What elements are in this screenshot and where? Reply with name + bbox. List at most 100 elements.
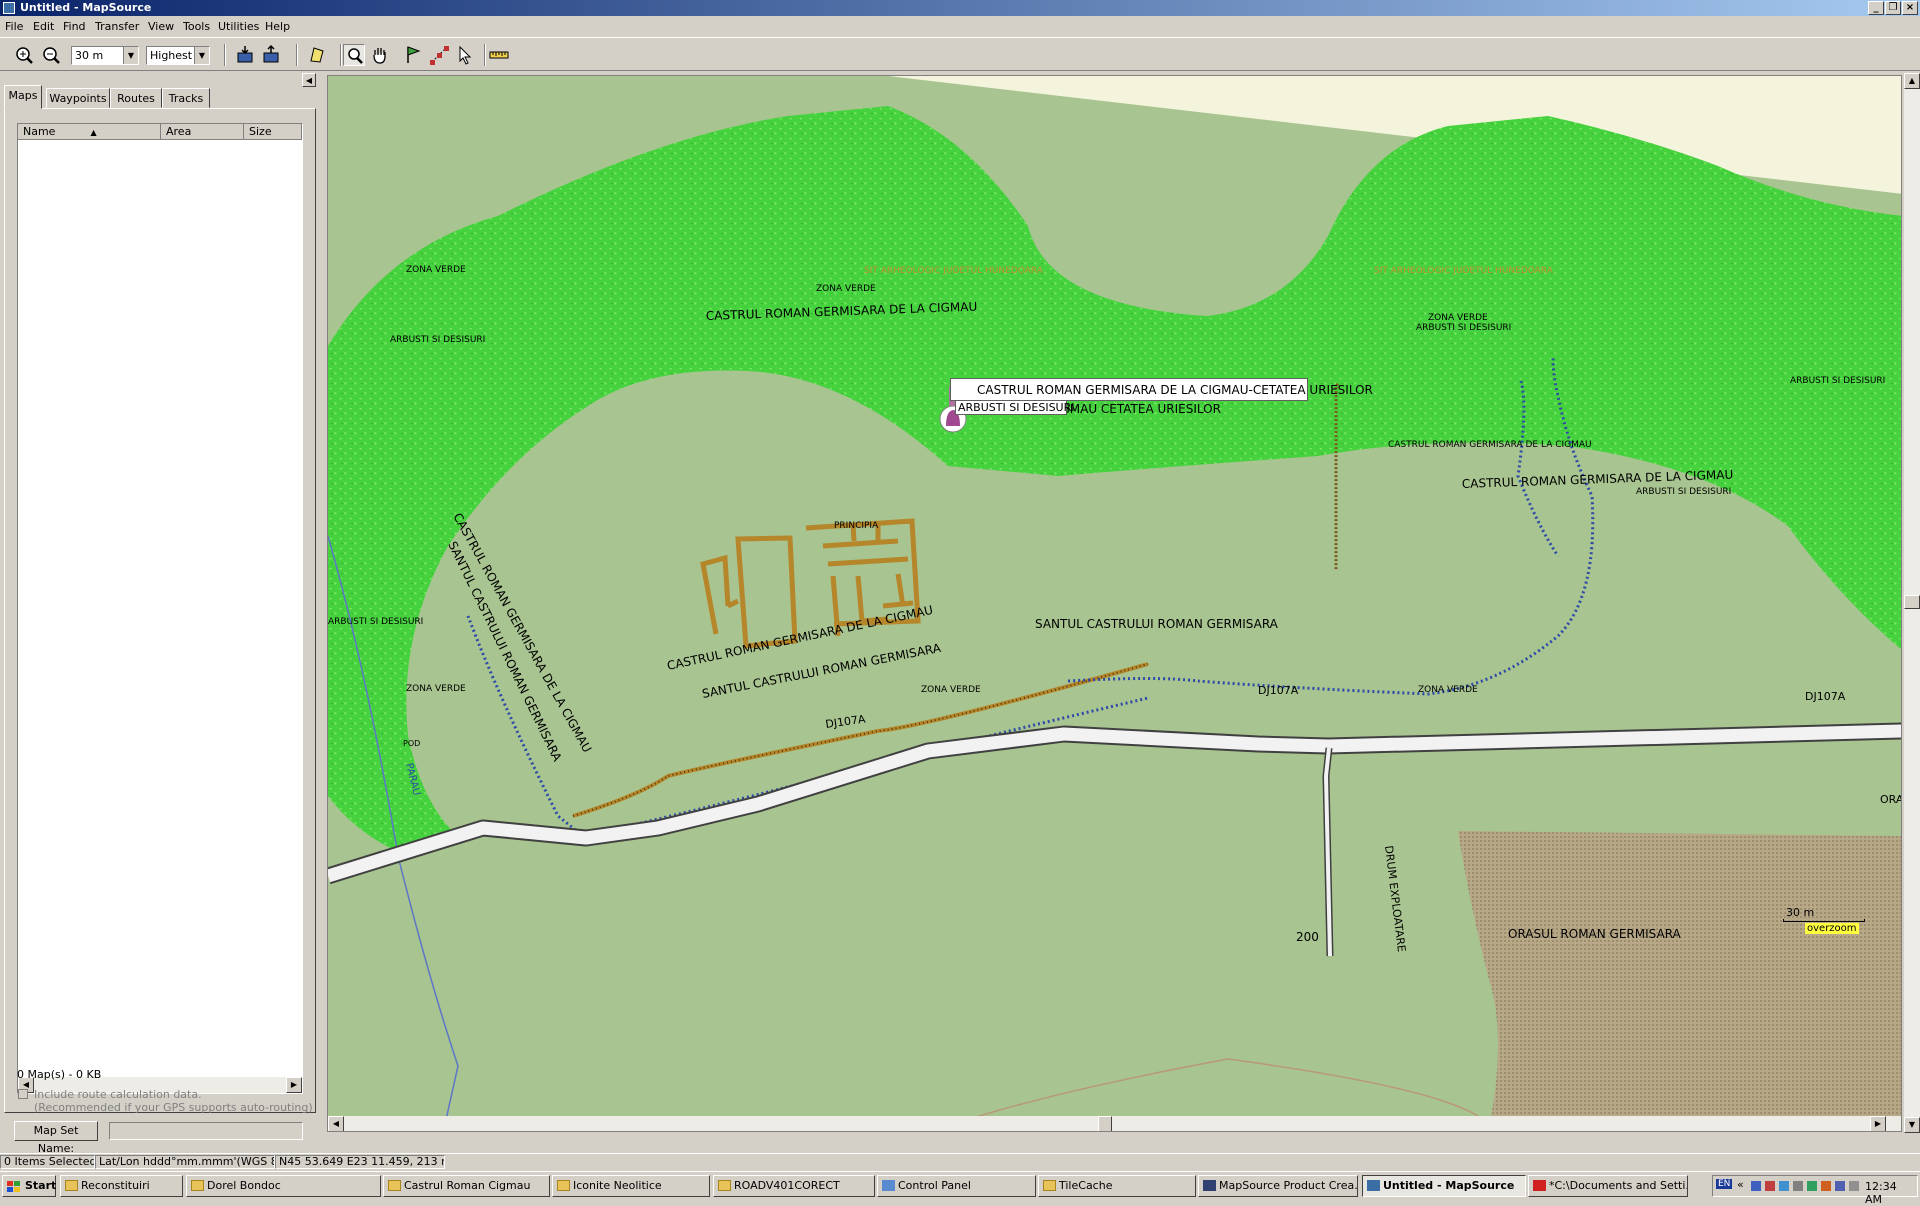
label-castrul: CASTRUL ROMAN GERMISARA DE LA CIGMAU [1388, 440, 1592, 450]
taskbar-item-untitled-mapsource[interactable]: Untitled - MapSource [1362, 1175, 1526, 1197]
label-zona-verde: ZONA VERDE [406, 265, 466, 275]
folder-icon [1043, 1180, 1056, 1191]
column-header-name[interactable]: Name ▲ [18, 124, 161, 140]
minimize-button[interactable]: _ [1868, 1, 1884, 15]
label-road-dj107a: DJ107A [1805, 690, 1846, 703]
waypoint-tool-icon[interactable] [402, 44, 424, 66]
include-route-note: (Recommended if your GPS supports auto-r… [34, 1101, 313, 1114]
tab-maps[interactable]: Maps [4, 85, 42, 109]
scroll-thumb[interactable] [1904, 595, 1920, 609]
status-bar: 0 Items Selected Lat/Lon hddd°mm.mmm'(WG… [0, 1153, 1920, 1170]
start-button[interactable]: Start [2, 1175, 56, 1197]
task-label: Castrul Roman Cigmau [404, 1179, 531, 1192]
taskbar-item-control-panel[interactable]: Control Panel [877, 1175, 1036, 1197]
scroll-right-icon[interactable]: ▶ [286, 1077, 302, 1093]
speaker-icon[interactable] [1849, 1181, 1859, 1191]
receive-from-device-icon[interactable] [234, 44, 256, 66]
selection-tool-icon[interactable] [454, 44, 476, 66]
task-label: Reconstituiri [81, 1179, 150, 1192]
status-format: Lat/Lon hddd°mm.mmm'(WGS 84) [95, 1155, 275, 1169]
scale-label: 30 m [1786, 906, 1815, 919]
task-label: TileCache [1059, 1179, 1113, 1192]
map-tooltip: CASTRUL ROMAN GERMISARA DE LA CIGMAU-CET… [950, 378, 1373, 401]
menu-view[interactable]: View [148, 20, 174, 33]
scroll-thumb[interactable] [1098, 1116, 1112, 1131]
sort-ascending-icon: ▲ [90, 128, 97, 137]
map-set-name-button[interactable]: Map Set Name: [14, 1121, 98, 1155]
tray-expand-icon[interactable]: « [1737, 1178, 1744, 1191]
clock[interactable]: 12:34 AM [1865, 1180, 1917, 1206]
measure-tool-icon[interactable] [488, 44, 510, 66]
map-view[interactable]: ZONA VERDE ZONA VERDE ZONA VERDE ZONA VE… [327, 75, 1902, 1132]
taskbar-item-reconstituiri[interactable]: Reconstituiri [60, 1175, 183, 1197]
scroll-left-icon[interactable]: ◀ [328, 1116, 344, 1131]
map-set-name-input[interactable] [109, 1122, 303, 1140]
menu-file[interactable]: File [5, 20, 23, 33]
folder-icon [65, 1180, 78, 1191]
maps-list[interactable]: Name ▲ Area Size ◀ ▶ [17, 123, 303, 1094]
taskbar-item-tilecache[interactable]: TileCache [1038, 1175, 1196, 1197]
folder-icon [557, 1180, 570, 1191]
tab-waypoints[interactable]: Waypoints [46, 88, 110, 108]
label-road-dj107a: DJ107A [1258, 684, 1299, 697]
folder-icon [191, 1180, 204, 1191]
label-sit-arheologic: SIT ARHEOLOGIC JUDETUL HUNEDOARA [864, 266, 1044, 276]
zoom-tool-icon[interactable] [343, 44, 365, 66]
scroll-up-icon[interactable]: ▲ [1904, 73, 1920, 89]
window-title: Untitled - MapSource [20, 1, 152, 14]
tooltip-title: CASTRUL ROMAN GERMISARA DE LA CIGMAU-CET… [977, 383, 1373, 397]
taskbar-item-castrul-roman[interactable]: Castrul Roman Cigmau [383, 1175, 550, 1197]
taskbar-item-roadv401[interactable]: ROADV401CORECT [713, 1175, 875, 1197]
tab-tracks[interactable]: Tracks [162, 88, 210, 108]
chevron-down-icon: ▼ [194, 47, 209, 64]
tray-icon[interactable] [1779, 1181, 1789, 1191]
menu-tools[interactable]: Tools [183, 20, 210, 33]
scroll-right-icon[interactable]: ▶ [1870, 1116, 1886, 1131]
overzoom-badge: overzoom [1805, 923, 1859, 934]
menu-transfer[interactable]: Transfer [95, 20, 139, 33]
folder-icon [388, 1180, 401, 1191]
column-header-area[interactable]: Area [161, 124, 244, 140]
taskbar-item-documents[interactable]: *C:\Documents and Setti... [1528, 1175, 1688, 1197]
zoom-level-select[interactable]: 30 m ▼ [71, 46, 139, 65]
map-tooltip-sub: ARBUSTI SI DESISURI [955, 400, 1075, 415]
close-button[interactable]: × [1902, 1, 1918, 15]
label-pod: POD [403, 739, 420, 748]
hand-tool-icon[interactable] [369, 44, 391, 66]
label-ora: ORA [1880, 793, 1902, 806]
menu-bar: File Edit Find Transfer View Tools Utili… [0, 17, 1920, 36]
taskbar-item-dorel-bondoc[interactable]: Dorel Bondoc [186, 1175, 381, 1197]
detail-level-select[interactable]: Highest ▼ [146, 46, 210, 65]
menu-help[interactable]: Help [265, 20, 290, 33]
taskbar-item-mapsource-product[interactable]: MapSource Product Crea... [1198, 1175, 1358, 1197]
zoom-out-icon[interactable] [40, 44, 62, 66]
route-tool-icon[interactable] [428, 44, 450, 66]
tray-icon[interactable] [1807, 1181, 1817, 1191]
label-zona-verde: ZONA VERDE [1418, 685, 1478, 695]
menu-find[interactable]: Find [63, 20, 86, 33]
tray-icon[interactable] [1821, 1181, 1831, 1191]
menu-edit[interactable]: Edit [33, 20, 54, 33]
tray-icon[interactable] [1793, 1181, 1803, 1191]
collapse-panel-button[interactable]: ◀ [302, 73, 316, 87]
tray-icon[interactable] [1765, 1181, 1775, 1191]
tooltip-subtitle: ARBUSTI SI DESISURI [958, 401, 1075, 414]
include-route-checkbox[interactable] [18, 1089, 28, 1099]
tray-icon[interactable] [1835, 1181, 1845, 1191]
taskbar-item-iconite[interactable]: Iconite Neolitice [552, 1175, 710, 1197]
send-to-device-icon[interactable] [260, 44, 282, 66]
language-indicator[interactable]: EN [1716, 1179, 1733, 1189]
tab-routes[interactable]: Routes [110, 88, 162, 108]
task-label: ROADV401CORECT [734, 1179, 840, 1192]
map-vertical-scrollbar[interactable]: ▲ ▼ [1904, 73, 1920, 1133]
label-contour: 200 [1296, 930, 1319, 944]
zoom-in-icon[interactable] [13, 44, 35, 66]
restore-button[interactable]: ❐ [1885, 1, 1901, 15]
menu-utilities[interactable]: Utilities [218, 20, 259, 33]
scroll-down-icon[interactable]: ▼ [1904, 1117, 1920, 1133]
column-header-size[interactable]: Size [244, 124, 302, 140]
label-santul: SANTUL CASTRULUI ROMAN GERMISARA [1035, 617, 1279, 631]
map-horizontal-scrollbar[interactable]: ◀ ▶ [328, 1116, 1901, 1131]
map-tool-icon[interactable] [306, 44, 328, 66]
tray-icon[interactable] [1751, 1181, 1761, 1191]
